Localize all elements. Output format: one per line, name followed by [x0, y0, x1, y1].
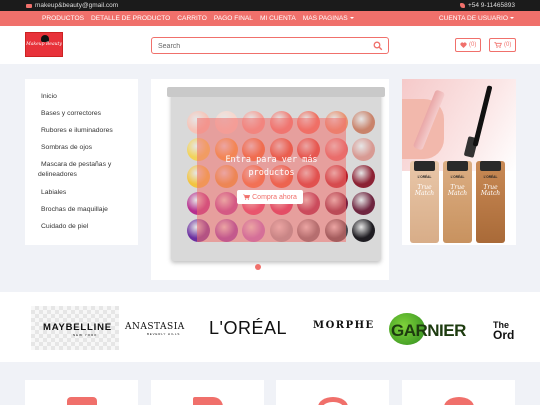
buy-now-label: Compra ahora	[252, 193, 297, 201]
brand-morphe[interactable]: MORPHE	[313, 320, 375, 331]
feature-card-2	[151, 380, 264, 405]
nav-mas-paginas[interactable]: MAS PAGINAS	[303, 15, 354, 22]
cart-button[interactable]: (0)	[489, 38, 517, 52]
sidebar-item-sombras[interactable]: Sombras de ojos	[41, 143, 92, 152]
wishlist-count: (0)	[469, 42, 477, 48]
brand-anastasia[interactable]: ANASTASIA BEVERLY HILLS	[125, 322, 185, 336]
feature-icon-2	[193, 397, 223, 405]
sidebar-item-brochas[interactable]: Brochas de maquillaje	[41, 205, 108, 214]
bottle-brand: L'ORÉAL	[450, 175, 465, 179]
category-sidebar: Inicio Bases y correctores Rubores e ilu…	[25, 79, 138, 245]
bottle-cap	[480, 161, 501, 171]
foundation-bottle-3: L'ORÉAL True Match	[476, 161, 505, 243]
bottle-brand: L'ORÉAL	[417, 175, 432, 179]
feature-card-1	[25, 380, 138, 405]
heart-icon	[460, 42, 467, 48]
sidebar-item-labiales[interactable]: Labiales	[41, 188, 66, 197]
bottle-cap	[414, 161, 435, 171]
nav-pago-final[interactable]: PAGO FINAL	[214, 15, 253, 22]
foundation-bottle-2: L'ORÉAL True Match	[443, 161, 472, 243]
hero-carousel[interactable]: Entra para ver más productos Compra ahor…	[151, 79, 389, 280]
eyeshadow-pan	[352, 138, 375, 161]
wishlist-button[interactable]: (0)	[455, 38, 482, 52]
eyeshadow-pan	[352, 111, 375, 134]
user-account-label: CUENTA DE USUARIO	[438, 15, 508, 22]
search-icon[interactable]	[373, 41, 383, 51]
sidebar-item-cuidado[interactable]: Cuidado de piel	[41, 222, 88, 231]
logo-face-icon	[41, 35, 49, 42]
eyeshadow-pan	[352, 219, 375, 242]
main-nav: PRODUCTOS DETALLE DE PRODUCTO CARRITO PA…	[0, 11, 540, 26]
hero-overlay-line2: productos	[248, 168, 295, 178]
feature-icon-3	[318, 397, 348, 405]
bottle-product-name: True Match	[480, 184, 501, 197]
email-text: makeup&beauty@gmail.com	[35, 2, 119, 9]
phone-text: +54 9-11465893	[467, 2, 515, 9]
buy-now-button[interactable]: Compra ahora	[237, 190, 303, 204]
brand-anastasia-sub: BEVERLY HILLS	[147, 332, 181, 336]
user-account-menu[interactable]: CUENTA DE USUARIO	[439, 15, 514, 22]
promo-banner[interactable]: L'ORÉAL True Match L'ORÉAL True Match L'…	[402, 79, 516, 245]
palette-lid	[167, 87, 385, 97]
hero-overlay: Entra para ver más productos Compra ahor…	[197, 118, 346, 242]
phone-icon	[459, 3, 465, 8]
brand-ordinary-line2: Ord	[493, 328, 515, 342]
brand-maybelline-name: MAYBELLINE	[43, 322, 112, 333]
bottle-product-name: True Match	[414, 184, 435, 197]
nav-detalle-producto[interactable]: DETALLE DE PRODUCTO	[91, 15, 170, 22]
sidebar-item-rubores[interactable]: Rubores e iluminadores	[41, 126, 113, 135]
hero-overlay-text: Entra para ver más productos	[197, 154, 346, 180]
sidebar-item-inicio[interactable]: Inicio	[41, 92, 57, 101]
bottle-product-name: True Match	[447, 184, 468, 197]
sidebar-item-mascara-line2[interactable]: delineadores	[38, 170, 77, 179]
eyeshadow-pan	[352, 192, 375, 215]
sidebar-item-bases[interactable]: Bases y correctores	[41, 109, 101, 118]
brand-anastasia-name: ANASTASIA	[125, 322, 185, 332]
bottle-cap	[447, 161, 468, 171]
nav-carrito[interactable]: CARRITO	[177, 15, 207, 22]
contact-email[interactable]: makeup&beauty@gmail.com	[26, 2, 118, 9]
brand-the-ordinary[interactable]: The Ord	[493, 320, 514, 341]
chevron-down-icon	[349, 17, 354, 20]
bottle-brand: L'ORÉAL	[483, 175, 498, 179]
feature-icon-1	[67, 397, 97, 405]
eyeshadow-pan	[352, 165, 375, 188]
chevron-down-icon	[510, 17, 514, 20]
brand-garnier-name: GARNIER	[391, 321, 466, 340]
nav-productos[interactable]: PRODUCTOS	[42, 15, 84, 22]
feature-card-4	[402, 380, 515, 405]
contact-phone[interactable]: +54 9-11465893	[459, 2, 515, 9]
cart-icon	[243, 194, 251, 200]
logo-text: Makeup Beauty	[26, 42, 62, 47]
envelope-icon	[26, 3, 32, 8]
feature-icon-4	[444, 397, 474, 405]
cart-icon	[494, 42, 502, 48]
brand-maybelline-sub: NEW YORK	[73, 333, 98, 337]
search-box	[151, 37, 389, 54]
brand-maybelline[interactable]: MAYBELLINE NEW YORK	[31, 306, 119, 350]
site-logo[interactable]: Makeup Beauty	[25, 32, 63, 57]
hero-overlay-line1: Entra para ver más	[225, 155, 318, 165]
brand-garnier[interactable]: GARNIER	[389, 313, 477, 345]
search-input[interactable]	[158, 41, 368, 51]
nav-mi-cuenta[interactable]: MI CUENTA	[260, 15, 296, 22]
feature-card-3	[276, 380, 389, 405]
top-bar: makeup&beauty@gmail.com +54 9-11465893	[0, 0, 540, 11]
brands-strip: MAYBELLINE NEW YORK ANASTASIA BEVERLY HI…	[0, 292, 540, 362]
foundation-bottle-1: L'ORÉAL True Match	[410, 161, 439, 243]
brand-loreal[interactable]: L'ORÉAL	[209, 318, 287, 339]
sidebar-item-mascara[interactable]: Mascara de pestañas y	[41, 160, 111, 169]
carousel-indicator[interactable]	[255, 264, 261, 270]
nav-mas-paginas-label: MAS PAGINAS	[302, 15, 348, 22]
cart-count: (0)	[504, 42, 512, 48]
